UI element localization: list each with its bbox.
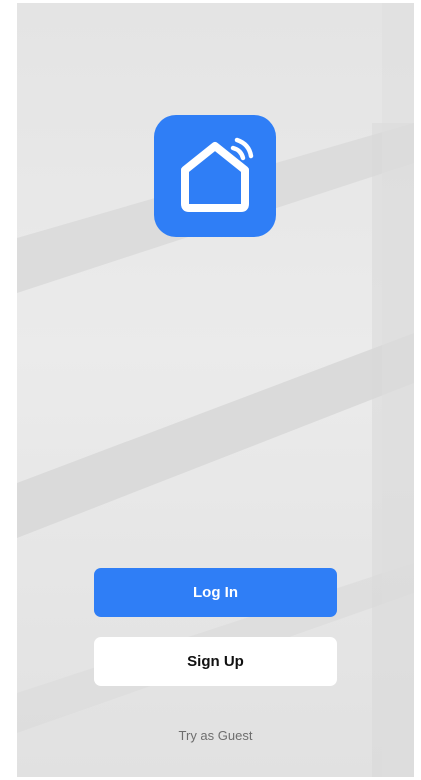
login-button[interactable]: Log In (94, 568, 337, 617)
smart-home-icon (181, 137, 254, 212)
signup-button[interactable]: Sign Up (94, 637, 337, 686)
welcome-screen: Log In Sign Up Try as Guest (17, 3, 414, 777)
app-logo (154, 115, 276, 237)
try-as-guest-link[interactable]: Try as Guest (17, 728, 414, 743)
